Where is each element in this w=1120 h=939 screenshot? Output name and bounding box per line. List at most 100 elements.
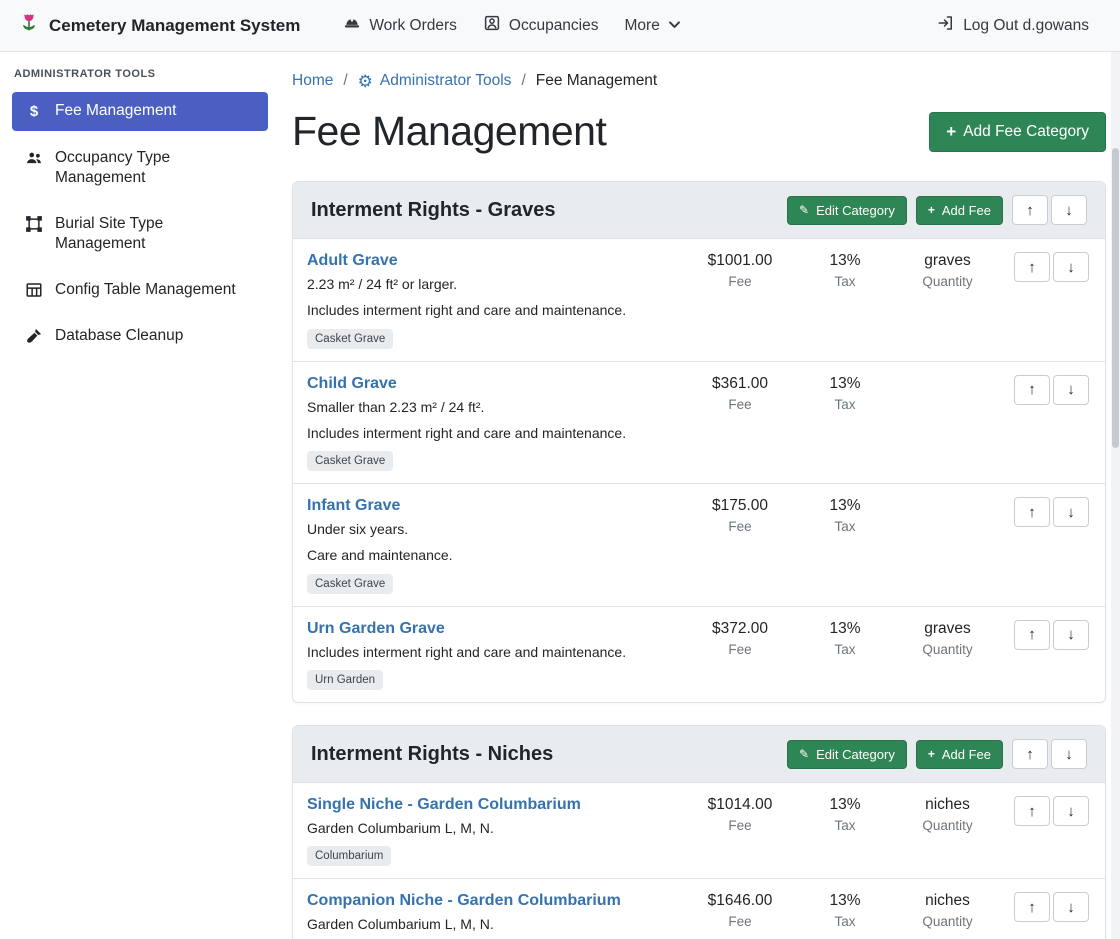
plus-icon: + <box>928 203 935 217</box>
sidebar-item-database-cleanup[interactable]: Database Cleanup <box>12 317 268 355</box>
category-reorder-group: ↑ ↓ <box>1012 195 1087 225</box>
category-list: Interment Rights - Graves ✎ Edit Categor… <box>292 181 1106 939</box>
fee-reorder-group: ↑ ↓ <box>1011 892 1089 922</box>
fee-name-link[interactable]: Single Niche - Garden Columbarium <box>307 796 581 814</box>
tax-column: 13% Tax <box>800 250 890 289</box>
nav-work-orders[interactable]: Work Orders <box>330 6 470 45</box>
fee-rows: Single Niche - Garden Columbarium Garden… <box>293 783 1105 939</box>
nav-more[interactable]: More <box>612 8 694 44</box>
move-category-down-button[interactable]: ↓ <box>1051 195 1087 225</box>
add-fee-button[interactable]: + Add Fee <box>916 740 1003 769</box>
edit-category-button[interactable]: ✎ Edit Category <box>787 740 907 769</box>
move-fee-up-button[interactable]: ↑ <box>1014 796 1050 826</box>
vertical-scrollbar-track[interactable] <box>1111 52 1120 939</box>
arrow-up-icon: ↑ <box>1026 746 1034 763</box>
quantity-label: Quantity <box>890 642 1005 657</box>
breadcrumb-admin-tools-label: Administrator Tools <box>380 72 512 90</box>
fee-row: Child Grave Smaller than 2.23 m² / 24 ft… <box>293 362 1105 485</box>
fee-name-link[interactable]: Companion Niche - Garden Columbarium <box>307 892 621 910</box>
add-fee-category-button[interactable]: + Add Fee Category <box>929 112 1106 152</box>
chevron-down-icon <box>668 16 681 36</box>
brand-title: Cemetery Management System <box>49 16 300 36</box>
edit-category-label: Edit Category <box>816 747 895 762</box>
fee-name-link[interactable]: Child Grave <box>307 375 397 393</box>
plus-icon: + <box>946 122 956 142</box>
move-fee-up-button[interactable]: ↑ <box>1014 252 1050 282</box>
move-fee-down-button[interactable]: ↓ <box>1053 497 1089 527</box>
move-category-up-button[interactable]: ↑ <box>1012 739 1048 769</box>
edit-category-button[interactable]: ✎ Edit Category <box>787 196 907 225</box>
sidebar-item-config-table-management[interactable]: Config Table Management <box>12 271 268 309</box>
breadcrumb-admin-tools-link[interactable]: ⚙ Administrator Tools <box>358 72 512 90</box>
quantity-unit: graves <box>890 252 1005 270</box>
fee-description-2: Care and maintenance. <box>307 545 672 565</box>
arrow-up-icon: ↑ <box>1028 803 1036 820</box>
fee-amount-label: Fee <box>680 642 800 657</box>
sidebar-item-fee-management[interactable]: $ Fee Management <box>12 92 268 131</box>
move-fee-up-button[interactable]: ↑ <box>1014 620 1050 650</box>
tax-label: Tax <box>800 642 890 657</box>
hard-hat-icon <box>343 14 361 37</box>
fee-category-card: Interment Rights - Niches ✎ Edit Categor… <box>292 725 1106 939</box>
fee-type-badge: Urn Garden <box>307 670 383 690</box>
fee-description-2: Includes interment right and care and ma… <box>307 423 672 443</box>
add-fee-label: Add Fee <box>942 747 991 762</box>
top-navbar: Cemetery Management System Work Orders O… <box>0 0 1120 52</box>
fee-info: Adult Grave 2.23 m² / 24 ft² or larger. … <box>307 250 680 349</box>
tax-label: Tax <box>800 914 890 929</box>
sidebar-item-occupancy-type-management[interactable]: Occupancy Type Management <box>12 139 268 197</box>
tax-rate: 13% <box>800 252 890 270</box>
nav-work-orders-label: Work Orders <box>369 17 457 35</box>
person-card-icon <box>483 14 501 37</box>
quantity-column: graves Quantity <box>890 618 1005 657</box>
fee-amount: $1646.00 <box>680 892 800 910</box>
breadcrumb-home-link[interactable]: Home <box>292 72 333 90</box>
tulip-logo-icon <box>18 12 40 39</box>
fee-name-link[interactable]: Infant Grave <box>307 497 400 515</box>
move-fee-down-button[interactable]: ↓ <box>1053 892 1089 922</box>
fee-name-link[interactable]: Adult Grave <box>307 252 398 270</box>
vector-square-icon <box>24 215 44 233</box>
fee-name-link[interactable]: Urn Garden Grave <box>307 620 445 638</box>
arrow-up-icon: ↑ <box>1026 202 1034 219</box>
fee-badge-wrap: Casket Grave <box>307 574 672 594</box>
fee-info: Companion Niche - Garden Columbarium Gar… <box>307 890 680 939</box>
arrow-down-icon: ↓ <box>1067 259 1075 276</box>
add-fee-button[interactable]: + Add Fee <box>916 196 1003 225</box>
vertical-scrollbar-thumb[interactable] <box>1112 148 1119 448</box>
sidebar-item-burial-site-type-management[interactable]: Burial Site Type Management <box>12 205 268 263</box>
sidebar-item-label: Occupancy Type Management <box>55 148 256 188</box>
tax-label: Tax <box>800 397 890 412</box>
fee-info: Infant Grave Under six years. Care and m… <box>307 495 680 594</box>
quantity-column: Quantity <box>890 495 1005 497</box>
fee-amount-column: $361.00 Fee <box>680 373 800 412</box>
fee-amount-label: Fee <box>680 397 800 412</box>
move-fee-down-button[interactable]: ↓ <box>1053 252 1089 282</box>
pencil-icon: ✎ <box>799 203 809 217</box>
move-fee-down-button[interactable]: ↓ <box>1053 375 1089 405</box>
logout-button[interactable]: Log Out d.gowans <box>924 6 1102 45</box>
arrow-down-icon: ↓ <box>1067 381 1075 398</box>
quantity-label: Quantity <box>890 914 1005 929</box>
fee-row: Adult Grave 2.23 m² / 24 ft² or larger. … <box>293 239 1105 362</box>
move-fee-up-button[interactable]: ↑ <box>1014 497 1050 527</box>
move-category-up-button[interactable]: ↑ <box>1012 195 1048 225</box>
arrow-down-icon: ↓ <box>1067 803 1075 820</box>
nav-occupancies[interactable]: Occupancies <box>470 6 612 45</box>
fee-reorder-group: ↑ ↓ <box>1011 497 1089 527</box>
move-fee-down-button[interactable]: ↓ <box>1053 796 1089 826</box>
fee-info: Single Niche - Garden Columbarium Garden… <box>307 794 680 866</box>
sidebar-item-label: Database Cleanup <box>55 326 183 346</box>
quantity-column: niches Quantity <box>890 794 1005 833</box>
arrow-up-icon: ↑ <box>1028 899 1036 916</box>
move-fee-up-button[interactable]: ↑ <box>1014 375 1050 405</box>
breadcrumb: Home / ⚙ Administrator Tools / Fee Manag… <box>292 72 1106 90</box>
logout-icon <box>937 14 955 37</box>
fee-info: Child Grave Smaller than 2.23 m² / 24 ft… <box>307 373 680 472</box>
move-fee-up-button[interactable]: ↑ <box>1014 892 1050 922</box>
move-category-down-button[interactable]: ↓ <box>1051 739 1087 769</box>
fee-reorder-group: ↑ ↓ <box>1011 620 1089 650</box>
app-brand[interactable]: Cemetery Management System <box>18 12 300 39</box>
fee-amount-label: Fee <box>680 274 800 289</box>
move-fee-down-button[interactable]: ↓ <box>1053 620 1089 650</box>
